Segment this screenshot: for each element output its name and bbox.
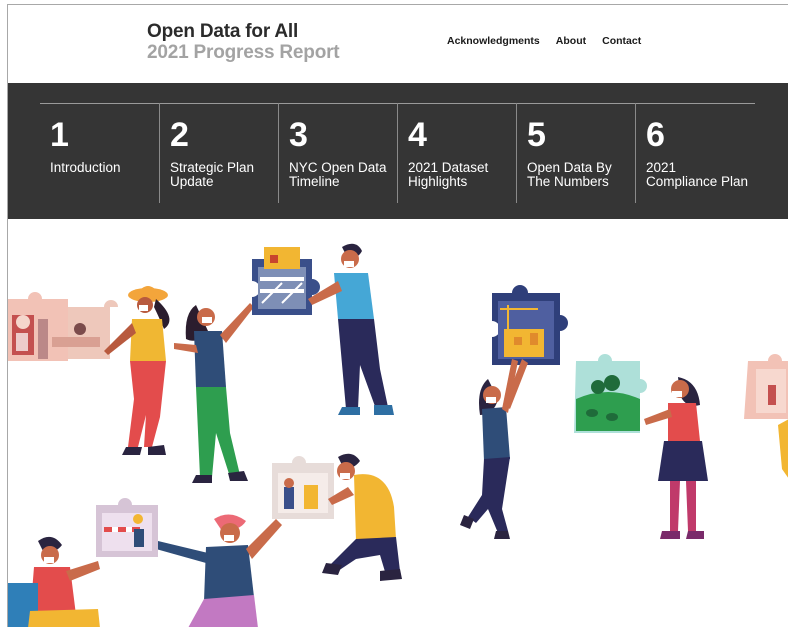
section-link-dataset-highlights[interactable]: 4 2021 Dataset Highlights [397,103,516,203]
puzzle-piece-roadwork [96,498,158,557]
report-title: Open Data for All [147,21,299,42]
section-label: 2021 Compliance Plan [646,160,749,189]
person-orange-hat [104,286,170,455]
section-label: Open Data By The Numbers [527,160,612,189]
section-link-by-the-numbers[interactable]: 5 Open Data By The Numbers [516,103,635,203]
person-reaching [460,359,528,539]
nav-link-acknowledgments[interactable]: Acknowledgments [447,35,540,47]
puzzle-piece-right-edge [744,354,788,478]
site-header: Open Data for All 2021 Progress Report A… [8,5,788,83]
puzzle-piece-workers [272,456,334,519]
person-blue-shirt [308,243,394,415]
puzzle-piece-city [488,285,568,365]
section-link-compliance-plan[interactable]: 6 2021 Compliance Plan [635,103,754,203]
puzzle-piece-healthcare [8,292,118,361]
person-red-top [644,377,708,539]
puzzle-piece-park [574,354,647,433]
section-number: 4 [408,116,427,154]
person-pink-hair [156,514,282,627]
people-puzzle-illustration [8,243,788,627]
section-number: 6 [646,116,665,154]
puzzle-piece-construction [246,247,320,315]
section-label: NYC Open Data Timeline [289,160,387,189]
section-link-strategic-plan[interactable]: 2 Strategic Plan Update [159,103,278,203]
report-subtitle: 2021 Progress Report [147,42,340,63]
section-number: 1 [50,116,69,154]
section-number: 5 [527,116,546,154]
section-label: Strategic Plan Update [170,160,255,189]
person-sitting [8,536,100,627]
nav-link-contact[interactable]: Contact [602,35,641,47]
nav-link-about[interactable]: About [556,35,586,47]
section-link-introduction[interactable]: 1 Introduction [40,103,159,203]
section-label: 2021 Dataset Highlights [408,160,489,189]
person-green-pants [174,303,254,483]
section-number: 2 [170,116,189,154]
section-number: 3 [289,116,308,154]
section-nav-band: 1 Introduction 2 Strategic Plan Update 3… [8,83,788,219]
section-link-timeline[interactable]: 3 NYC Open Data Timeline [278,103,397,203]
section-nav: 1 Introduction 2 Strategic Plan Update 3… [40,103,755,203]
section-label: Introduction [50,160,121,175]
report-title-block[interactable]: Open Data for All 2021 Progress Report [147,21,340,63]
top-nav: Acknowledgments About Contact [447,35,641,47]
page-frame: Open Data for All 2021 Progress Report A… [7,4,788,627]
